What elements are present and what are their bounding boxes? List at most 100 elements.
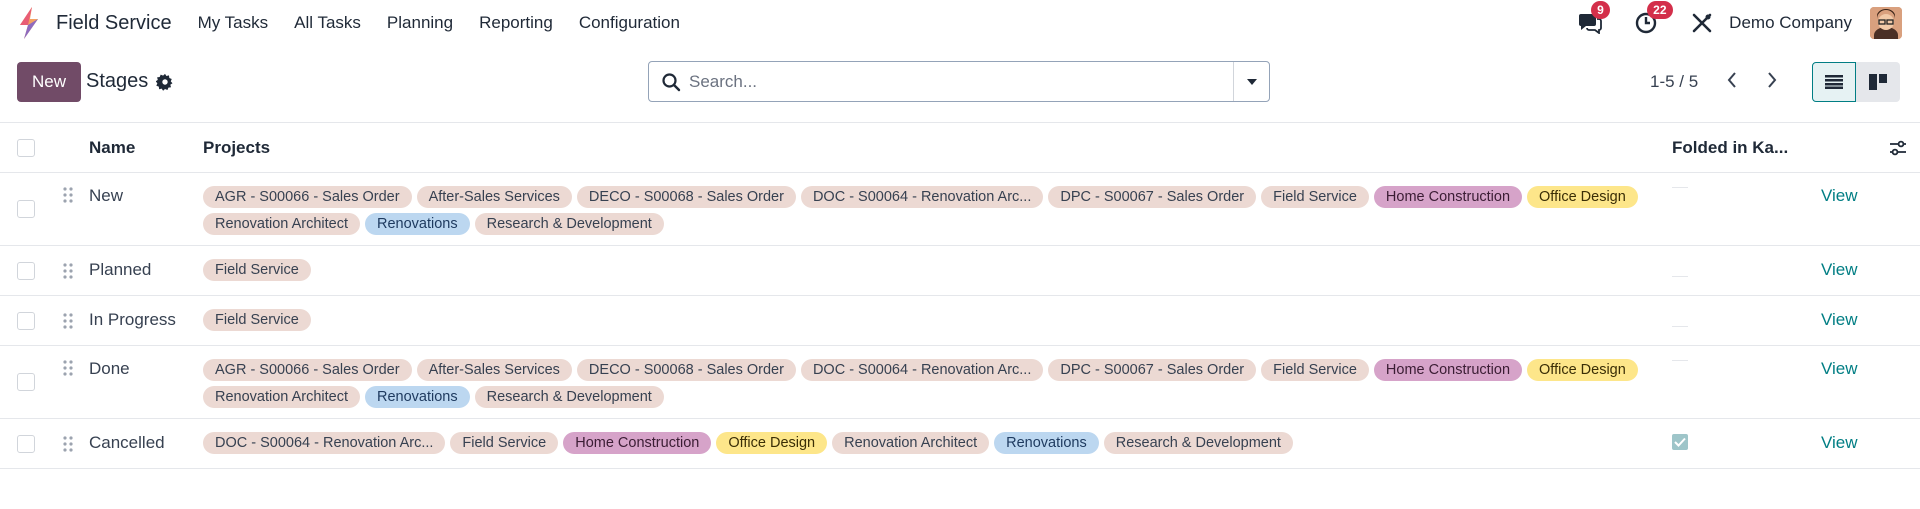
- kanban-view-button[interactable]: [1856, 62, 1900, 102]
- select-all-checkbox[interactable]: [17, 138, 35, 157]
- folded-checkbox[interactable]: [1672, 434, 1688, 450]
- app-name[interactable]: Field Service: [56, 12, 172, 35]
- folded-checkbox[interactable]: [1672, 360, 1688, 361]
- table-row[interactable]: Done AGR - S00066 - Sales Order After-Sale…: [0, 346, 1920, 419]
- company-switcher[interactable]: Demo Company: [1729, 13, 1852, 33]
- user-avatar-image: [1870, 7, 1902, 39]
- project-tag[interactable]: Office Design: [1527, 359, 1638, 381]
- table-row[interactable]: New AGR - S00066 - Sales Order After-Sales…: [0, 173, 1920, 246]
- menu-my-tasks[interactable]: My Tasks: [198, 13, 269, 33]
- new-button[interactable]: New: [17, 62, 81, 102]
- drag-handle-icon[interactable]: [63, 187, 73, 203]
- drag-handle-icon[interactable]: [63, 360, 73, 376]
- project-tag[interactable]: Renovations: [994, 432, 1099, 454]
- project-tag[interactable]: DOC - S00064 - Renovation Arc...: [800, 186, 1044, 208]
- page-title: Stages: [86, 70, 149, 92]
- project-tags: AGR - S00066 - Sales Order After-Sales Se…: [203, 359, 1663, 408]
- view-button[interactable]: View: [1821, 186, 1858, 206]
- column-header-folded[interactable]: Folded in Ka...: [1672, 138, 1788, 158]
- project-tag[interactable]: After-Sales Services: [416, 359, 572, 381]
- project-tag[interactable]: DPC - S00067 - Sales Order: [1048, 186, 1257, 208]
- project-tag[interactable]: AGR - S00066 - Sales Order: [203, 186, 412, 208]
- project-tag[interactable]: Office Design: [1527, 186, 1638, 208]
- project-tags: Field Service: [203, 259, 1663, 281]
- pager-next-button[interactable]: [1762, 68, 1782, 92]
- project-tag[interactable]: Research & Development: [1103, 432, 1293, 454]
- stage-name[interactable]: Cancelled: [89, 433, 165, 453]
- menu-planning[interactable]: Planning: [387, 13, 453, 33]
- search-icon: [662, 72, 681, 91]
- chevron-right-icon: [1768, 72, 1777, 88]
- optional-columns-icon[interactable]: [1889, 140, 1907, 156]
- project-tag[interactable]: Home Construction: [1373, 359, 1523, 381]
- menu-all-tasks[interactable]: All Tasks: [294, 13, 361, 33]
- drag-handle-icon[interactable]: [63, 436, 73, 452]
- stage-name[interactable]: In Progress: [89, 310, 176, 330]
- gear-icon[interactable]: [156, 73, 174, 91]
- project-tag[interactable]: Field Service: [450, 432, 559, 454]
- row-checkbox[interactable]: [17, 435, 35, 453]
- view-button[interactable]: View: [1821, 260, 1858, 280]
- drag-handle-icon[interactable]: [63, 313, 73, 329]
- row-checkbox[interactable]: [17, 200, 35, 218]
- check-icon: [1674, 437, 1686, 447]
- table-row[interactable]: In Progress Field Service View: [0, 296, 1920, 346]
- project-tag[interactable]: DOC - S00064 - Renovation Arc...: [800, 359, 1044, 381]
- table-row[interactable]: Cancelled DOC - S00064 - Renovation Arc..…: [0, 419, 1920, 469]
- stage-name[interactable]: New: [89, 186, 123, 206]
- menu-configuration[interactable]: Configuration: [579, 13, 680, 33]
- project-tag[interactable]: Home Construction: [563, 432, 712, 454]
- top-navbar: Field Service My Tasks All Tasks Plannin…: [0, 0, 1920, 46]
- view-button[interactable]: View: [1821, 433, 1858, 453]
- folded-checkbox[interactable]: [1672, 326, 1688, 327]
- column-header-name[interactable]: Name: [89, 138, 135, 158]
- project-tag[interactable]: Renovation Architect: [832, 432, 990, 454]
- project-tag[interactable]: DPC - S00067 - Sales Order: [1048, 359, 1257, 381]
- project-tag[interactable]: Research & Development: [474, 386, 664, 408]
- search-input[interactable]: [689, 66, 1233, 97]
- view-button[interactable]: View: [1821, 359, 1858, 379]
- field-service-logo-icon[interactable]: [16, 7, 42, 39]
- project-tag[interactable]: Field Service: [1261, 186, 1369, 208]
- project-tag[interactable]: DECO - S00068 - Sales Order: [576, 186, 796, 208]
- stage-name[interactable]: Done: [89, 359, 130, 379]
- project-tag[interactable]: Renovation Architect: [203, 386, 360, 408]
- project-tag[interactable]: Renovations: [365, 386, 470, 408]
- view-switcher: [1812, 62, 1900, 102]
- folded-checkbox[interactable]: [1672, 276, 1688, 277]
- messages-button[interactable]: 9: [1577, 1, 1610, 36]
- project-tag[interactable]: AGR - S00066 - Sales Order: [203, 359, 412, 381]
- search-options-toggle[interactable]: [1233, 62, 1269, 101]
- project-tag[interactable]: After-Sales Services: [416, 186, 572, 208]
- project-tag[interactable]: Home Construction: [1373, 186, 1523, 208]
- project-tag[interactable]: DECO - S00068 - Sales Order: [576, 359, 796, 381]
- project-tag[interactable]: Field Service: [1261, 359, 1369, 381]
- list-view-button[interactable]: [1812, 62, 1856, 102]
- search-bar: [648, 61, 1270, 102]
- kanban-icon: [1869, 74, 1887, 90]
- breadcrumb: Stages: [86, 70, 174, 93]
- project-tag[interactable]: Research & Development: [474, 213, 664, 235]
- row-checkbox[interactable]: [17, 373, 35, 391]
- project-tag[interactable]: DOC - S00064 - Renovation Arc...: [203, 432, 446, 454]
- user-avatar[interactable]: [1870, 7, 1902, 39]
- project-tag[interactable]: Field Service: [203, 309, 311, 331]
- pager-previous-button[interactable]: [1722, 68, 1742, 92]
- table-row[interactable]: Planned Field Service View: [0, 246, 1920, 296]
- project-tag[interactable]: Field Service: [203, 259, 311, 281]
- project-tag[interactable]: Renovation Architect: [203, 213, 360, 235]
- view-button[interactable]: View: [1821, 310, 1858, 330]
- row-checkbox[interactable]: [17, 312, 35, 330]
- drag-handle-icon[interactable]: [63, 263, 73, 279]
- row-checkbox[interactable]: [17, 262, 35, 280]
- project-tag[interactable]: Renovations: [365, 213, 470, 235]
- project-tags: Field Service: [203, 309, 1663, 331]
- column-header-projects[interactable]: Projects: [203, 138, 270, 158]
- activities-button[interactable]: 22: [1633, 1, 1673, 36]
- menu-reporting[interactable]: Reporting: [479, 13, 553, 33]
- pager-value[interactable]: 1-5 / 5: [1650, 72, 1698, 92]
- project-tag[interactable]: Office Design: [716, 432, 828, 454]
- debug-tools-button[interactable]: [1689, 10, 1715, 36]
- stage-name[interactable]: Planned: [89, 260, 151, 280]
- folded-checkbox[interactable]: [1672, 187, 1688, 188]
